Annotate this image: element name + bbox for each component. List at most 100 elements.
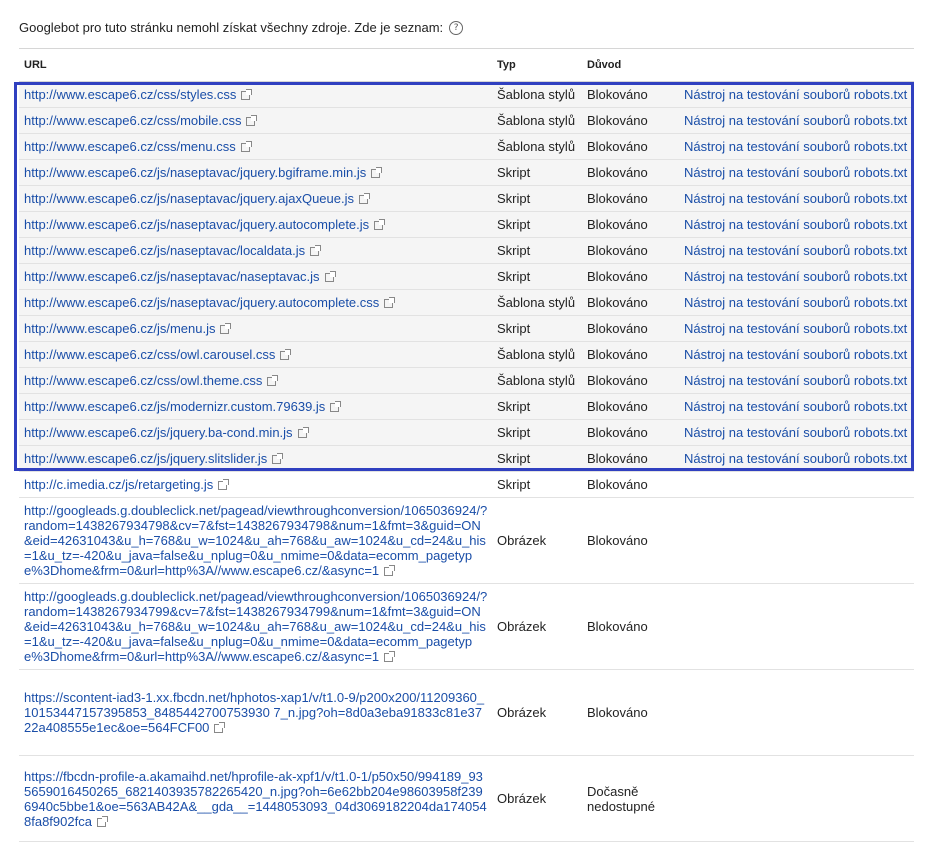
robots-tester-link[interactable]: Nástroj na testování souborů robots.txt	[684, 399, 907, 414]
tool-cell	[679, 471, 914, 498]
external-link-icon[interactable]	[330, 401, 342, 412]
external-link-icon[interactable]	[324, 271, 336, 282]
tool-cell: Nástroj na testování souborů robots.txt	[679, 81, 914, 108]
resource-url-link[interactable]: http://www.escape6.cz/css/menu.css	[24, 139, 236, 154]
resource-url-link[interactable]: http://www.escape6.cz/js/naseptavac/jque…	[24, 217, 369, 232]
robots-tester-link[interactable]: Nástroj na testování souborů robots.txt	[684, 87, 907, 102]
table-row: http://www.escape6.cz/js/naseptavac/loca…	[19, 237, 914, 264]
resource-url-link[interactable]: http://www.escape6.cz/css/mobile.css	[24, 113, 241, 128]
robots-tester-link[interactable]: Nástroj na testování souborů robots.txt	[684, 295, 907, 310]
resource-url-link[interactable]: http://www.escape6.cz/js/jquery.ba-cond.…	[24, 425, 293, 440]
tool-cell: Nástroj na testování souborů robots.txt	[679, 289, 914, 316]
table-row: http://www.escape6.cz/js/jquery.slitslid…	[19, 445, 914, 472]
reason-cell: Dočasně nedostupné	[582, 755, 679, 842]
robots-tester-link[interactable]: Nástroj na testování souborů robots.txt	[684, 243, 907, 258]
table-row: http://www.escape6.cz/css/styles.css Šabl…	[19, 81, 914, 108]
resource-url-link[interactable]: https://scontent-iad3-1.xx.fbcdn.net/hph…	[24, 690, 484, 735]
resource-url-link[interactable]: http://www.escape6.cz/js/naseptavac/jque…	[24, 165, 366, 180]
external-link-icon[interactable]	[214, 722, 226, 733]
external-link-icon[interactable]	[371, 167, 383, 178]
external-link-icon[interactable]	[241, 89, 253, 100]
resource-url-link[interactable]: http://c.imedia.cz/js/retargeting.js	[24, 477, 213, 492]
robots-tester-link[interactable]: Nástroj na testování souborů robots.txt	[684, 321, 907, 336]
tool-cell: Nástroj na testování souborů robots.txt	[679, 445, 914, 472]
type-cell: Šablona stylů	[492, 289, 582, 316]
resource-url-link[interactable]: http://www.escape6.cz/css/owl.carousel.c…	[24, 347, 275, 362]
resource-url-link[interactable]: http://www.escape6.cz/js/naseptavac/nase…	[24, 269, 320, 284]
type-cell: Skript	[492, 159, 582, 186]
table-row: http://www.escape6.cz/js/naseptavac/nase…	[19, 263, 914, 290]
reason-cell: Blokováno	[582, 315, 679, 342]
reason-cell: Blokováno	[582, 669, 679, 756]
reason-cell: Blokováno	[582, 393, 679, 420]
table-row: http://www.escape6.cz/js/jquery.ba-cond.…	[19, 419, 914, 446]
table-row: http://www.escape6.cz/css/owl.theme.css Š…	[19, 367, 914, 394]
resource-url-link[interactable]: http://googleads.g.doubleclick.net/pagea…	[24, 503, 487, 578]
resource-url-link[interactable]: http://www.escape6.cz/css/owl.theme.css	[24, 373, 262, 388]
resource-url-link[interactable]: http://www.escape6.cz/js/menu.js	[24, 321, 215, 336]
table-row: http://www.escape6.cz/js/naseptavac/jque…	[19, 211, 914, 238]
robots-tester-link[interactable]: Nástroj na testování souborů robots.txt	[684, 191, 907, 206]
reason-cell: Blokováno	[582, 107, 679, 134]
external-link-icon[interactable]	[240, 141, 252, 152]
tool-cell: Nástroj na testování souborů robots.txt	[679, 237, 914, 264]
url-cell: http://www.escape6.cz/js/naseptavac/jque…	[19, 159, 492, 186]
resource-url-link[interactable]: https://fbcdn-profile-a.akamaihd.net/hpr…	[24, 769, 487, 829]
external-link-icon[interactable]	[267, 375, 279, 386]
resource-url-link[interactable]: http://www.escape6.cz/js/naseptavac/jque…	[24, 295, 379, 310]
robots-tester-link[interactable]: Nástroj na testování souborů robots.txt	[684, 113, 907, 128]
type-cell: Skript	[492, 185, 582, 212]
external-link-icon[interactable]	[220, 323, 232, 334]
external-link-icon[interactable]	[310, 245, 322, 256]
header-tool	[679, 48, 914, 82]
robots-tester-link[interactable]: Nástroj na testování souborů robots.txt	[684, 347, 907, 362]
url-cell: http://c.imedia.cz/js/retargeting.js	[19, 471, 492, 498]
robots-tester-link[interactable]: Nástroj na testování souborů robots.txt	[684, 269, 907, 284]
url-cell: http://www.escape6.cz/js/jquery.ba-cond.…	[19, 419, 492, 446]
external-link-icon[interactable]	[272, 453, 284, 464]
table-header-row: URL Typ Důvod	[19, 48, 914, 82]
type-cell: Obrázek	[492, 669, 582, 756]
robots-tester-link[interactable]: Nástroj na testování souborů robots.txt	[684, 165, 907, 180]
resource-url-link[interactable]: http://www.escape6.cz/js/naseptavac/loca…	[24, 243, 305, 258]
robots-tester-link[interactable]: Nástroj na testování souborů robots.txt	[684, 139, 907, 154]
robots-tester-link[interactable]: Nástroj na testování souborů robots.txt	[684, 217, 907, 232]
table-row: http://www.escape6.cz/js/naseptavac/jque…	[19, 289, 914, 316]
header-url: URL	[19, 48, 492, 82]
resource-url-link[interactable]: http://www.escape6.cz/js/jquery.slitslid…	[24, 451, 267, 466]
url-cell: http://www.escape6.cz/js/naseptavac/jque…	[19, 185, 492, 212]
resource-url-link[interactable]: http://www.escape6.cz/js/modernizr.custo…	[24, 399, 325, 414]
resource-url-link[interactable]: http://googleads.g.doubleclick.net/pagea…	[24, 589, 487, 664]
robots-tester-link[interactable]: Nástroj na testování souborů robots.txt	[684, 373, 907, 388]
external-link-icon[interactable]	[218, 479, 230, 490]
external-link-icon[interactable]	[96, 815, 108, 827]
reason-cell: Blokováno	[582, 367, 679, 394]
table-row: http://googleads.g.doubleclick.net/pagea…	[19, 497, 914, 584]
robots-tester-link[interactable]: Nástroj na testování souborů robots.txt	[684, 425, 907, 440]
url-cell: http://www.escape6.cz/js/menu.js	[19, 315, 492, 342]
url-cell: http://www.escape6.cz/css/styles.css	[19, 81, 492, 108]
table-row: http://www.escape6.cz/css/menu.css Šablon…	[19, 133, 914, 160]
resource-url-link[interactable]: http://www.escape6.cz/js/naseptavac/jque…	[24, 191, 354, 206]
robots-tester-link[interactable]: Nástroj na testování souborů robots.txt	[684, 451, 907, 466]
external-link-icon[interactable]	[374, 219, 386, 230]
tool-cell	[679, 755, 914, 842]
external-link-icon[interactable]	[246, 115, 258, 126]
external-link-icon[interactable]	[280, 349, 292, 360]
external-link-icon[interactable]	[384, 297, 396, 308]
type-cell: Obrázek	[492, 497, 582, 584]
external-link-icon[interactable]	[297, 427, 309, 438]
table-row: https://scontent-iad3-1.xx.fbcdn.net/hph…	[19, 669, 914, 756]
resource-url-link[interactable]: http://www.escape6.cz/css/styles.css	[24, 87, 236, 102]
type-cell: Skript	[492, 315, 582, 342]
type-cell: Skript	[492, 263, 582, 290]
type-cell: Obrázek	[492, 583, 582, 670]
external-link-icon[interactable]	[359, 193, 370, 204]
question-circle-icon[interactable]: ?	[449, 20, 464, 35]
intro-text: Googlebot pro tuto stránku nemohl získat…	[19, 20, 444, 35]
external-link-icon[interactable]	[384, 565, 396, 576]
external-link-icon[interactable]	[384, 651, 396, 662]
url-cell: http://www.escape6.cz/js/modernizr.custo…	[19, 393, 492, 420]
tool-cell: Nástroj na testování souborů robots.txt	[679, 159, 914, 186]
tool-cell: Nástroj na testování souborů robots.txt	[679, 393, 914, 420]
